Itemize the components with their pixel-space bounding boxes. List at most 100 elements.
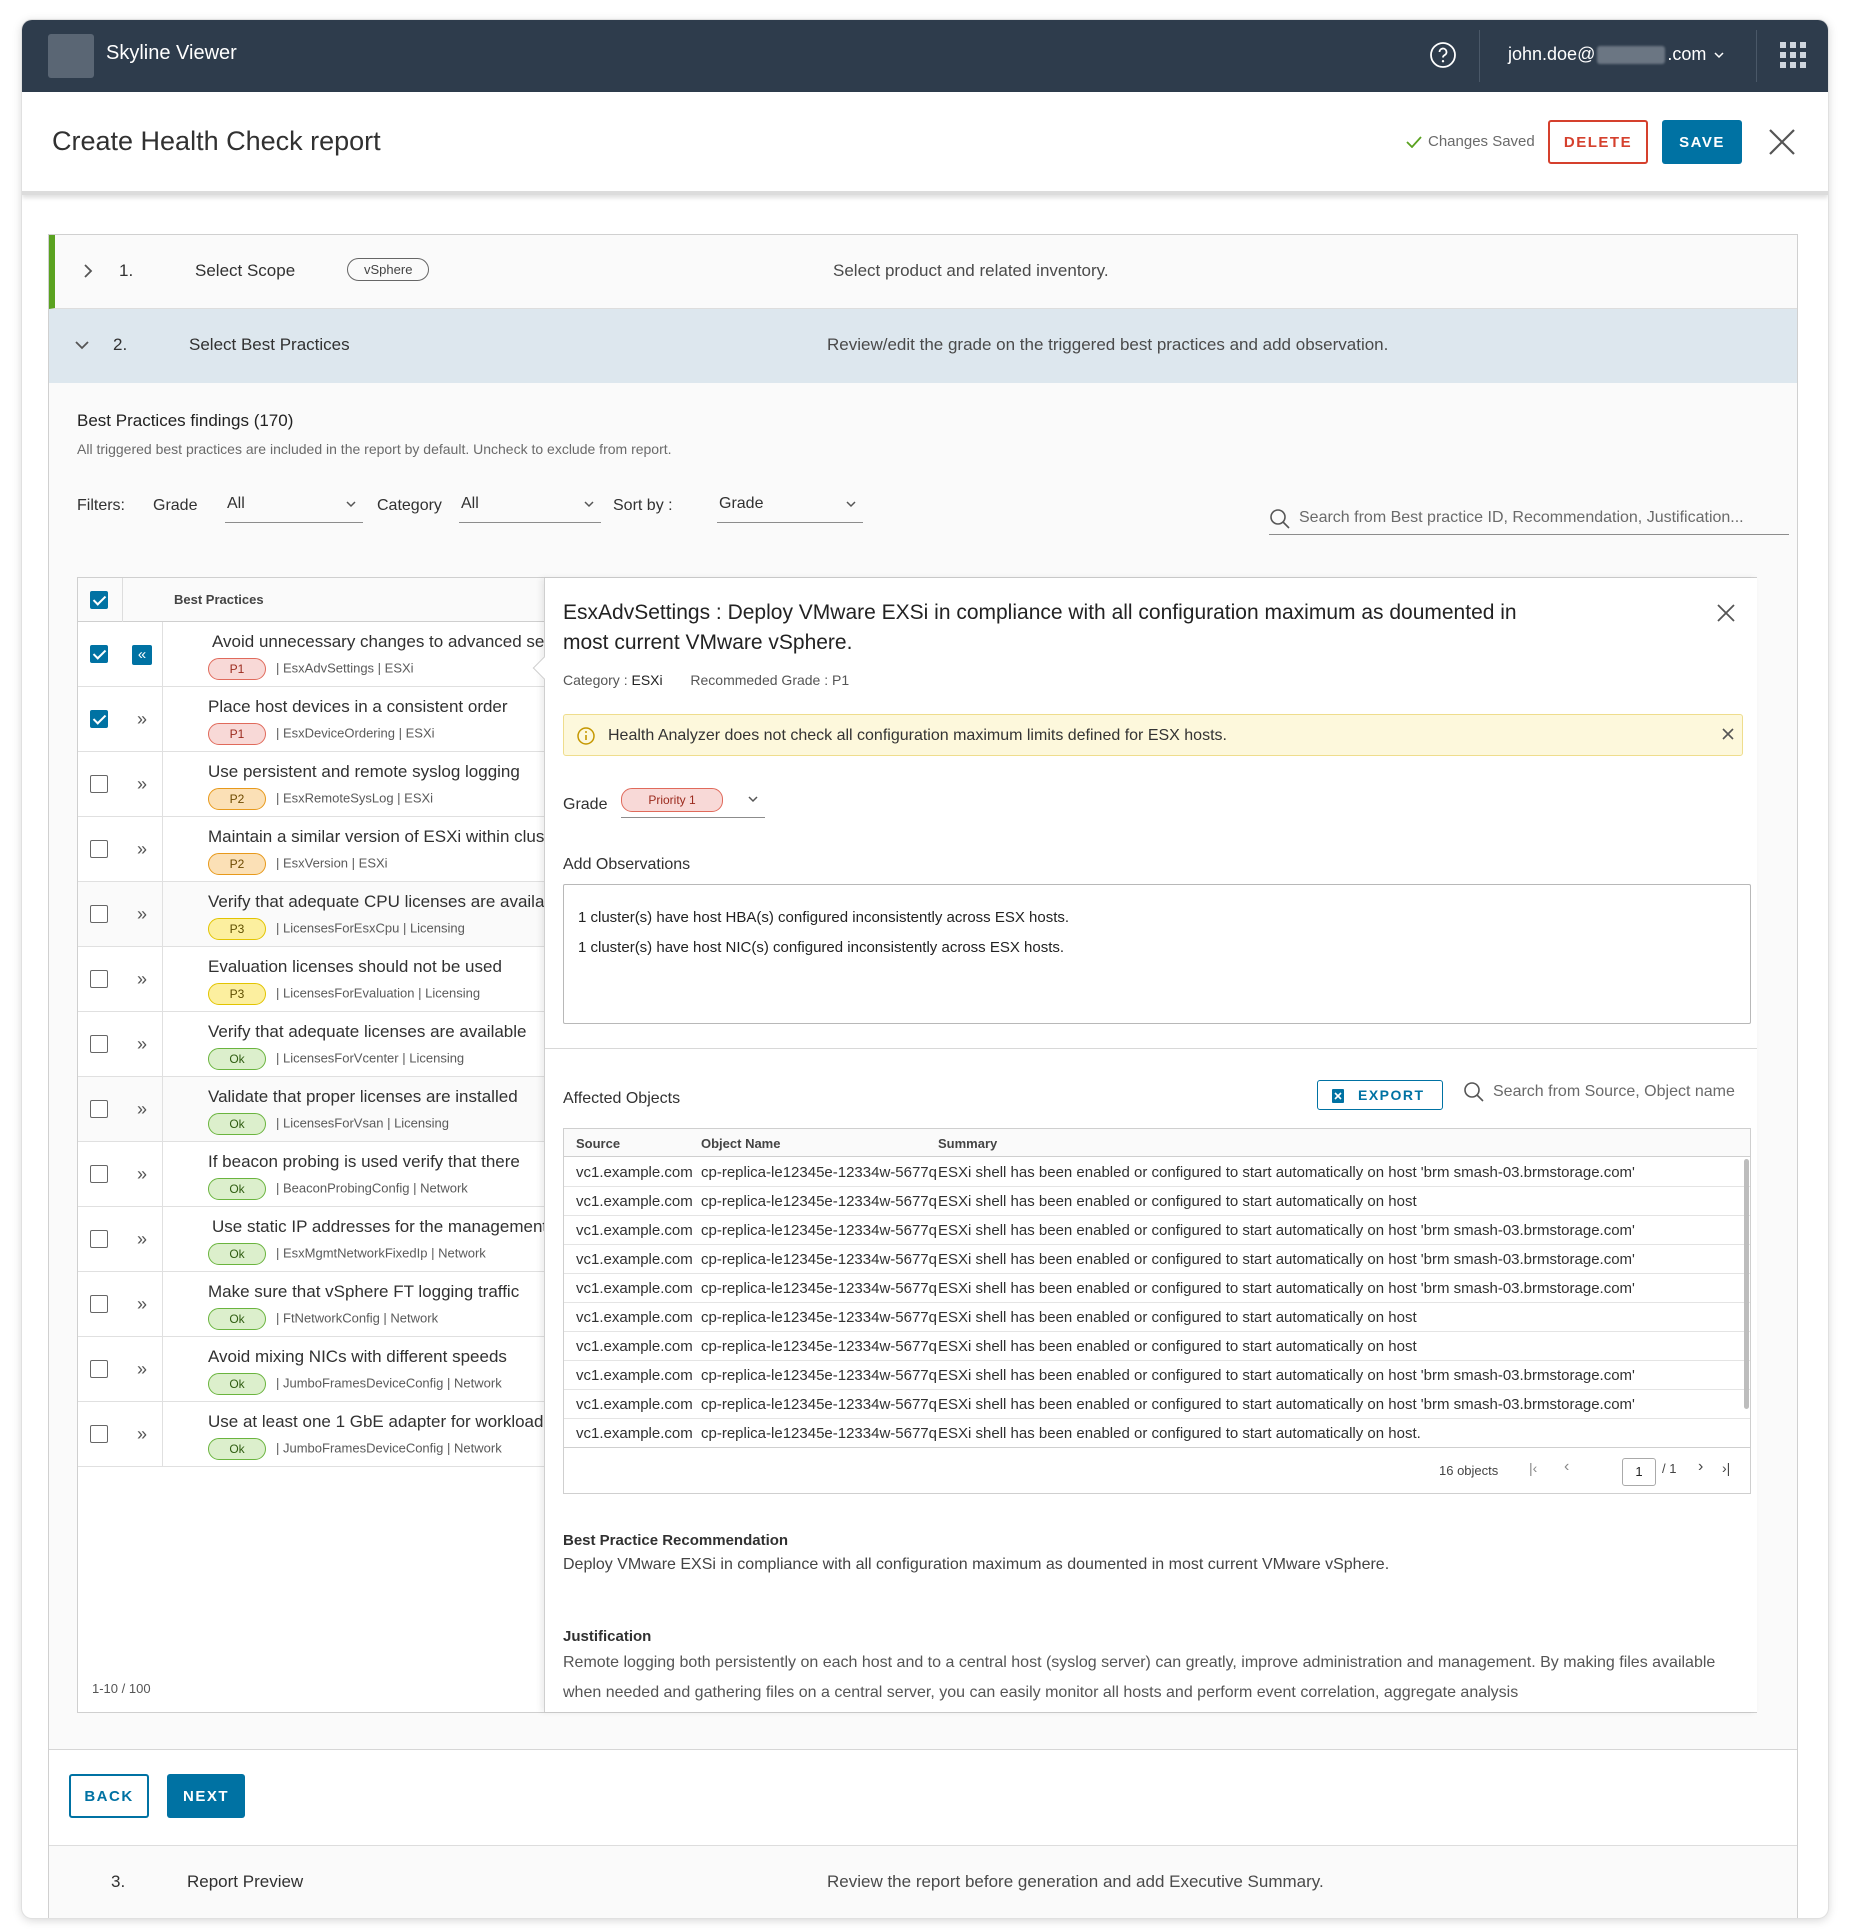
row-checkbox[interactable] <box>90 1360 108 1378</box>
list-item[interactable]: » Maintain a similar version of ESXi with… <box>78 817 544 882</box>
excel-file-icon <box>1332 1089 1344 1103</box>
expand-icon[interactable]: » <box>132 1035 152 1055</box>
list-item[interactable]: » Make sure that vSphere FT logging traff… <box>78 1272 544 1337</box>
wizard-step-1[interactable]: 1. Select Scope vSphere Select product a… <box>49 235 1797 309</box>
expand-icon[interactable]: » <box>132 970 152 990</box>
export-button[interactable]: EXPORT <box>1317 1080 1443 1110</box>
expand-icon[interactable]: » <box>132 1230 152 1250</box>
page-input[interactable]: 1 <box>1622 1458 1656 1486</box>
nav-divider <box>1479 30 1480 82</box>
table-row[interactable]: vc1.example.com cp-replica-le12345e-12334… <box>564 1187 1750 1216</box>
cell-object-name: cp-replica-le12345e-12334w-5677q <box>701 1338 937 1355</box>
best-practice-category: Network <box>420 1180 468 1196</box>
close-icon[interactable] <box>1715 602 1737 624</box>
row-checkbox[interactable] <box>90 710 108 728</box>
list-item[interactable]: » Verify that adequate licenses are avail… <box>78 1012 544 1077</box>
affected-objects-search-input[interactable]: Search from Source, Object name <box>1463 1076 1753 1108</box>
alert-text: Health Analyzer does not check all confi… <box>608 727 1227 744</box>
list-item[interactable]: » Place host devices in a consistent orde… <box>78 687 544 752</box>
expand-icon[interactable]: » <box>132 905 152 925</box>
first-page-icon[interactable]: |‹ <box>1529 1460 1537 1476</box>
step-number: 2. <box>113 335 128 354</box>
previous-page-icon[interactable]: ‹ <box>1564 1458 1569 1476</box>
column-header-object-name[interactable]: Object Name <box>701 1136 780 1151</box>
expand-icon[interactable]: » <box>132 840 152 860</box>
expand-icon[interactable]: » <box>132 1360 152 1380</box>
sort-select[interactable]: Grade <box>717 493 863 523</box>
row-checkbox[interactable] <box>90 1100 108 1118</box>
grade-select[interactable]: Priority 1 <box>621 786 765 818</box>
table-row[interactable]: vc1.example.com cp-replica-le12345e-12334… <box>564 1158 1750 1187</box>
row-checkbox[interactable] <box>90 1295 108 1313</box>
observations-textarea[interactable]: 1 cluster(s) have host HBA(s) configured… <box>563 884 1751 1024</box>
row-checkbox[interactable] <box>90 840 108 858</box>
row-controls: » <box>78 882 163 946</box>
last-page-icon[interactable]: ›| <box>1722 1460 1730 1476</box>
best-practice-id: EsxRemoteSysLog <box>283 790 394 806</box>
table-row[interactable]: vc1.example.com cp-replica-le12345e-12334… <box>564 1245 1750 1274</box>
row-controls: « <box>78 622 163 686</box>
table-row[interactable]: vc1.example.com cp-replica-le12345e-12334… <box>564 1274 1750 1303</box>
close-icon[interactable] <box>1720 726 1736 742</box>
list-item[interactable]: » Use persistent and remote syslog loggin… <box>78 752 544 817</box>
recommendation-text: Deploy VMware EXSi in compliance with al… <box>563 1556 1390 1573</box>
list-item[interactable]: » Avoid mixing NICs with different speeds… <box>78 1337 544 1402</box>
row-checkbox[interactable] <box>90 1035 108 1053</box>
list-item[interactable]: » Evaluation licenses should not be used P… <box>78 947 544 1012</box>
app-switcher-icon[interactable] <box>1780 42 1806 68</box>
app-logo <box>48 34 94 78</box>
help-icon[interactable] <box>1428 40 1458 70</box>
row-checkbox[interactable] <box>90 775 108 793</box>
expand-icon[interactable]: » <box>132 1295 152 1315</box>
wizard-step-3[interactable]: 3. Report Preview Review the report befo… <box>49 1845 1797 1918</box>
scope-badge: vSphere <box>347 258 430 281</box>
category-filter-select[interactable]: All <box>459 493 601 523</box>
table-row[interactable]: vc1.example.com cp-replica-le12345e-12334… <box>564 1390 1750 1419</box>
next-page-icon[interactable]: › <box>1698 1458 1703 1476</box>
list-item[interactable]: « Avoid unnecessary changes to advanced s… <box>78 622 548 687</box>
step-name: Select Scope <box>195 261 296 280</box>
list-item[interactable]: » Use static IP addresses for the managem… <box>78 1207 547 1272</box>
expand-icon[interactable]: » <box>132 1165 152 1185</box>
list-item[interactable]: » If beacon probing is used verify that t… <box>78 1142 544 1207</box>
column-header-summary[interactable]: Summary <box>938 1136 997 1151</box>
row-checkbox[interactable] <box>90 905 108 923</box>
user-menu[interactable]: john.doe@ .com <box>1508 44 1724 65</box>
grade-pill: Ok <box>208 1113 266 1135</box>
list-item[interactable]: » Use at least one 1 GbE adapter for work… <box>78 1402 544 1467</box>
expand-icon[interactable]: » <box>132 775 152 795</box>
delete-button[interactable]: DELETE <box>1548 120 1648 164</box>
page-total: / 1 <box>1662 1461 1677 1476</box>
cell-summary: ESXi shell has been enabled or configure… <box>938 1251 1635 1268</box>
best-practice-search-input[interactable]: Search from Best practice ID, Recommenda… <box>1269 505 1789 535</box>
next-button[interactable]: NEXT <box>167 1774 245 1818</box>
column-header-source[interactable]: Source <box>576 1136 620 1151</box>
table-row[interactable]: vc1.example.com cp-replica-le12345e-12334… <box>564 1216 1750 1245</box>
best-practice-meta: P3 | LicensesForEsxCpu | Licensing <box>208 918 542 940</box>
expand-icon[interactable]: » <box>132 710 152 730</box>
table-row[interactable]: vc1.example.com cp-replica-le12345e-12334… <box>564 1419 1750 1448</box>
wizard-step-2[interactable]: 2. Select Best Practices Review/edit the… <box>49 309 1797 383</box>
best-practice-title: Use persistent and remote syslog logging <box>208 762 520 781</box>
row-checkbox[interactable] <box>90 1165 108 1183</box>
grid-scrollbar[interactable] <box>1744 1159 1749 1409</box>
row-checkbox[interactable] <box>90 645 108 663</box>
row-checkbox[interactable] <box>90 970 108 988</box>
chevron-down-icon <box>584 501 594 508</box>
list-item[interactable]: » Validate that proper licenses are insta… <box>78 1077 544 1142</box>
row-checkbox[interactable] <box>90 1425 108 1443</box>
back-button[interactable]: BACK <box>69 1774 149 1818</box>
list-item[interactable]: » Verify that adequate CPU licenses are a… <box>78 882 544 947</box>
grade-filter-select[interactable]: All <box>225 493 363 523</box>
table-row[interactable]: vc1.example.com cp-replica-le12345e-12334… <box>564 1303 1750 1332</box>
expand-icon[interactable]: » <box>132 1100 152 1120</box>
warning-alert: Health Analyzer does not check all confi… <box>563 714 1743 756</box>
table-row[interactable]: vc1.example.com cp-replica-le12345e-12334… <box>564 1361 1750 1390</box>
table-row[interactable]: vc1.example.com cp-replica-le12345e-12334… <box>564 1332 1750 1361</box>
collapse-icon[interactable]: « <box>132 645 152 665</box>
row-checkbox[interactable] <box>90 1230 108 1248</box>
close-icon[interactable] <box>1762 122 1802 162</box>
save-button[interactable]: SAVE <box>1662 120 1742 164</box>
expand-icon[interactable]: » <box>132 1425 152 1445</box>
select-all-checkbox[interactable] <box>90 591 108 609</box>
